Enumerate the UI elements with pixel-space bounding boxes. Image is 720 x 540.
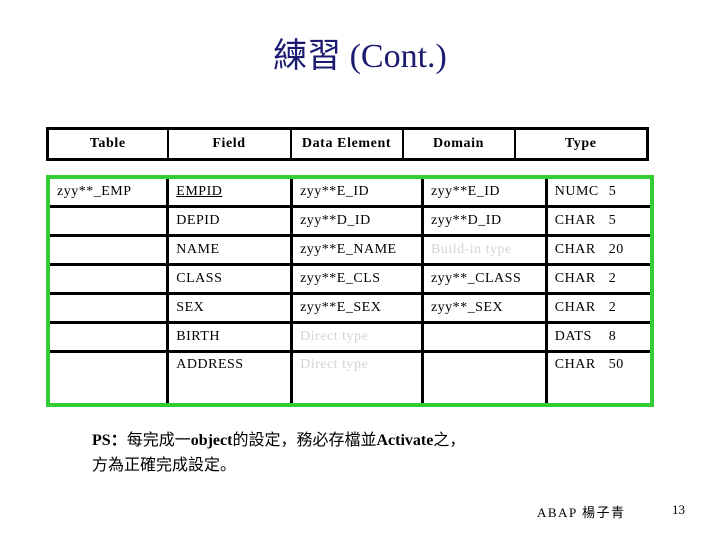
cell-table-name xyxy=(48,235,168,266)
domain-name: zyy**E_ID xyxy=(430,184,500,199)
type-length: 50 xyxy=(608,357,624,372)
field-name: SEX xyxy=(176,300,205,315)
cell-domain xyxy=(420,351,547,405)
domain-name: zyy**_SEX xyxy=(430,300,504,315)
cell-field: ADDRESS xyxy=(166,351,292,405)
cell-type: CHAR 2 xyxy=(544,264,652,295)
data-element-name: zyy**E_NAME xyxy=(300,242,397,257)
field-name: ADDRESS xyxy=(176,357,244,372)
column-header-type: Type xyxy=(513,127,649,161)
type-length: 5 xyxy=(608,184,617,199)
domain-name: zyy**D_ID xyxy=(430,213,502,228)
cell-field: SEX xyxy=(166,293,292,324)
table-row: zyy**_EMP EMPID zyy**E_ID zyy**E_ID NUMC 5 xyxy=(48,177,652,208)
cell-field: DEPID xyxy=(166,206,292,237)
type-name: CHAR xyxy=(554,300,596,315)
type-length: 2 xyxy=(608,300,617,315)
cell-field: NAME xyxy=(166,235,292,266)
type-name: CHAR xyxy=(554,271,596,286)
field-name-primary-key: EMPID xyxy=(176,184,223,199)
table-row: SEX zyy**E_SEX zyy**_SEX CHAR 2 xyxy=(48,293,652,324)
cell-table-name xyxy=(48,352,168,406)
cell-table-name xyxy=(48,264,168,295)
column-header-domain: Domain xyxy=(401,127,516,161)
cell-data-element: zyy**E_NAME xyxy=(290,235,423,266)
data-element-placeholder: Direct type xyxy=(300,357,369,372)
column-header-field: Field xyxy=(166,127,292,161)
cell-domain: zyy**D_ID xyxy=(420,206,547,237)
field-definition-table: zyy**_EMP EMPID zyy**E_ID zyy**E_ID NUMC 5 DEP… xyxy=(46,175,654,407)
type-length: 5 xyxy=(608,213,617,228)
cell-type: CHAR 50 xyxy=(544,351,652,405)
cell-data-element: zyy**E_ID xyxy=(290,177,423,208)
cell-domain: zyy**_SEX xyxy=(420,293,547,324)
table-row: CLASS zyy**E_CLS zyy**_CLASS CHAR 2 xyxy=(48,264,652,295)
ps-note-text-a: 每完成一 xyxy=(126,432,191,449)
column-header-table: Table Field Data Element Domain Type xyxy=(46,127,649,161)
type-length: 20 xyxy=(608,242,624,257)
field-name: NAME xyxy=(176,242,220,257)
ps-note-text-object: object xyxy=(190,432,233,449)
cell-domain: zyy**E_ID xyxy=(420,177,547,208)
column-header-table-name: Table xyxy=(46,127,169,161)
cell-type: CHAR 2 xyxy=(544,293,652,324)
ps-note-text-activate: Activate xyxy=(376,432,434,449)
ps-note-label: PS： xyxy=(92,432,127,449)
data-element-name: zyy**D_ID xyxy=(300,213,371,228)
table-row: NAME zyy**E_NAME Build-in type CHAR 20 xyxy=(48,235,652,266)
type-name: CHAR xyxy=(554,242,596,257)
cell-field: BIRTH xyxy=(166,322,292,353)
cell-domain: zyy**_CLASS xyxy=(420,264,547,295)
type-length: 8 xyxy=(608,329,617,344)
ps-note: PS：每完成一object的設定，務必存檔並Activate之， 方為正確完成設… xyxy=(92,428,632,478)
footer-page-number: 13 xyxy=(672,502,685,517)
ps-note-text-c: 的設定，務必存檔並 xyxy=(232,432,377,449)
field-name: DEPID xyxy=(176,213,221,228)
data-element-name: zyy**E_ID xyxy=(300,184,370,199)
header-row: Table Field Data Element Domain Type xyxy=(46,127,649,161)
ps-note-line2: 方為正確完成設定。 xyxy=(92,457,237,474)
type-name: CHAR xyxy=(554,357,596,372)
footer-author: ABAP 楊子青 xyxy=(537,505,626,520)
data-element-name: zyy**E_CLS xyxy=(300,271,381,286)
type-name: NUMC xyxy=(554,184,599,199)
cell-data-element: Direct type xyxy=(290,351,423,405)
cell-table-name xyxy=(48,206,168,237)
type-length: 2 xyxy=(608,271,617,286)
cell-type: CHAR 5 xyxy=(544,206,652,237)
data-element-placeholder: Direct type xyxy=(300,329,369,344)
page-title: 練習 (Cont.) xyxy=(273,38,447,75)
cell-type: DATS 8 xyxy=(544,322,652,353)
cell-field: CLASS xyxy=(166,264,292,295)
ps-note-text-e: 之， xyxy=(433,432,466,449)
cell-data-element: zyy**D_ID xyxy=(290,206,423,237)
field-name: CLASS xyxy=(176,271,223,286)
domain-name: zyy**_CLASS xyxy=(430,271,522,286)
cell-table-name xyxy=(48,293,168,324)
data-element-name: zyy**E_SEX xyxy=(300,300,382,315)
type-name: DATS xyxy=(554,329,592,344)
table-row: BIRTH Direct type DATS 8 xyxy=(48,322,652,353)
cell-domain: Build-in type xyxy=(420,235,547,266)
cell-type: CHAR 20 xyxy=(544,235,652,266)
cell-data-element: zyy**E_CLS xyxy=(290,264,423,295)
cell-type: NUMC 5 xyxy=(544,177,652,208)
table-row: DEPID zyy**D_ID zyy**D_ID CHAR 5 xyxy=(48,206,652,237)
domain-placeholder: Build-in type xyxy=(430,242,512,257)
type-name: CHAR xyxy=(554,213,596,228)
column-header-data-element: Data Element xyxy=(289,127,404,161)
table-row: ADDRESS Direct type CHAR 50 xyxy=(48,351,652,406)
cell-table-name: zyy**_EMP xyxy=(48,177,168,208)
cell-field: EMPID xyxy=(166,177,292,208)
cell-domain xyxy=(420,322,547,353)
field-name: BIRTH xyxy=(176,329,220,344)
cell-data-element: Direct type xyxy=(290,322,423,353)
cell-data-element: zyy**E_SEX xyxy=(290,293,423,324)
cell-table-name xyxy=(48,322,168,353)
